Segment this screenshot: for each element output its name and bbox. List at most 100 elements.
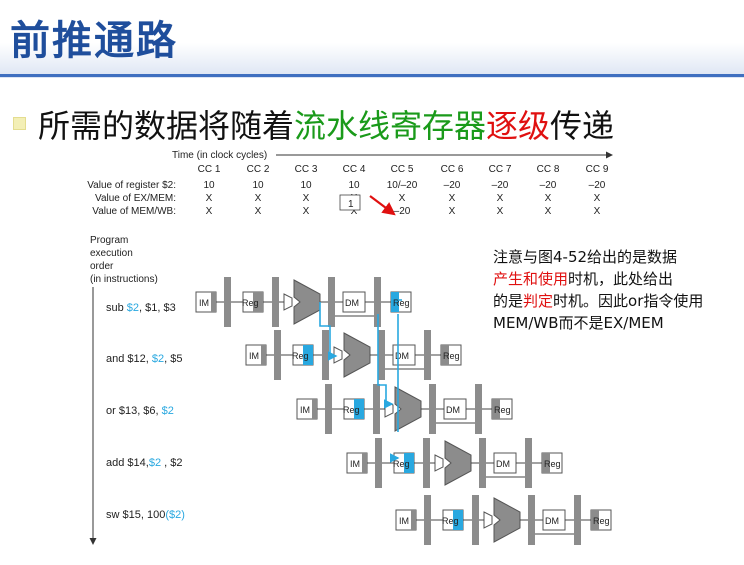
im-label: IM [300, 405, 310, 415]
reg-write-label: Reg [544, 459, 561, 469]
timing-cell: X [449, 193, 456, 204]
note-line3a: 的是 [493, 292, 524, 310]
pipeline-register-bar [328, 277, 335, 327]
timing-cell: X [399, 193, 406, 204]
cycle-header: CC 3 [295, 164, 318, 175]
timing-cell: X [594, 193, 601, 204]
timing-cell: X [255, 206, 262, 217]
timing-table: CC 1 CC 2 CC 3 CC 4 CC 5 CC 6 CC 7 CC 8 CC 9 Valu… [87, 164, 609, 217]
timing-cell: X [303, 193, 310, 204]
timing-cell: X [497, 193, 504, 204]
time-axis-label: Time (in clock cycles) [172, 150, 267, 161]
reg-label: Reg [292, 351, 309, 361]
cycle-header: CC 9 [586, 164, 609, 175]
pipeline-register-bar [479, 438, 486, 488]
note-line2: 时机，此处给出 [568, 270, 674, 288]
cycle-header: CC 2 [247, 164, 270, 175]
mux-shape [333, 346, 343, 364]
alu-shape [293, 279, 321, 325]
pipeline-register-bar [472, 495, 479, 545]
dm-label: DM [496, 459, 510, 469]
pipeline-register-bar [373, 384, 380, 434]
timing-cell: –20 [492, 180, 509, 191]
instruction-label: or $13, $6, $2 [106, 405, 174, 417]
timing-cell: X [545, 206, 552, 217]
cycle-header: CC 4 [343, 164, 366, 175]
program-order-line2: execution [90, 248, 133, 259]
instruction-text: sw $15, 100 [106, 509, 165, 521]
pipeline-register-bar [525, 438, 532, 488]
pipeline-register-bar [378, 330, 385, 380]
instruction-label: sub $2, $1, $3 [106, 302, 176, 314]
pipeline-register-bar [274, 330, 281, 380]
im-label: IM [350, 459, 360, 469]
cycle-header: CC 7 [489, 164, 512, 175]
instruction-label: and $12, $2, $5 [106, 353, 182, 365]
cycle-header: CC 5 [391, 164, 414, 175]
pipeline-register-bar [424, 495, 431, 545]
pipeline-register-bar [574, 495, 581, 545]
marker-label: 1 [348, 199, 354, 210]
alu-shape [343, 332, 371, 378]
timing-cell: –20 [589, 180, 606, 191]
instruction-register: ($2) [165, 509, 185, 521]
pipeline-register-bar [272, 277, 279, 327]
instruction-register: $2 [149, 457, 161, 469]
timing-cell: X [594, 206, 601, 217]
alu-shape [493, 497, 521, 543]
im-label: IM [199, 298, 209, 308]
mux-shape [283, 293, 293, 311]
timing-cell: X [497, 206, 504, 217]
mux-shape [483, 511, 493, 529]
timing-row-label: Value of EX/MEM: [95, 193, 176, 204]
pipeline-row: IM Reg DM Reg [296, 384, 513, 434]
timing-cell: 10 [252, 180, 264, 191]
timing-cell: 10 [300, 180, 312, 191]
pipeline-register-bar [325, 384, 332, 434]
program-order-label: Program execution order (in instructions… [90, 235, 158, 285]
dm-label: DM [545, 516, 559, 526]
im-shade [261, 345, 266, 365]
reg-write-label: Reg [443, 351, 460, 361]
instruction-text: add $14, [106, 457, 149, 469]
instruction-label: sw $15, 100($2) [106, 509, 185, 521]
pipeline-row: IM Reg DM Reg [346, 438, 563, 488]
timing-cell: 10 [203, 180, 215, 191]
instruction-register: $2 [127, 302, 139, 314]
program-order-line4: (in instructions) [90, 274, 158, 285]
im-label: IM [399, 516, 409, 526]
timing-cell: –20 [540, 180, 557, 191]
instruction-label: add $14,$2 , $2 [106, 457, 182, 469]
timing-cell: X [449, 206, 456, 217]
alu-shape [444, 440, 472, 486]
program-order-line3: order [90, 261, 114, 272]
pipeline-register-bar [528, 495, 535, 545]
note-red1: 产生和使用 [493, 270, 569, 288]
note-box: 注意与图4-52给出的是数据 产生和使用时机，此处给出 的是判定时机。因此or指令使… [493, 246, 733, 334]
reg-write-label: Reg [494, 405, 511, 415]
dm-label: DM [395, 351, 409, 361]
note-line1: 注意与图4-52给出的是数据 [493, 248, 678, 266]
reg-label: Reg [393, 459, 410, 469]
instruction-labels: sub $2, $1, $3 and $12, $2, $5 or $13, $6,… [106, 302, 185, 521]
pipeline-register-bar [424, 330, 431, 380]
im-shade [211, 292, 216, 312]
alu-shape [394, 386, 422, 432]
timing-cell: –20 [444, 180, 461, 191]
pipeline-row: IM Reg DM Reg [395, 495, 612, 545]
timing-cell: –20 [394, 206, 411, 217]
timing-row-label: Value of MEM/WB: [92, 206, 176, 217]
dm-label: DM [345, 298, 359, 308]
cycle-header: CC 1 [198, 164, 221, 175]
timing-cell: 10 [348, 180, 360, 191]
reg-write-label: Reg [593, 516, 610, 526]
program-order-line1: Program [90, 235, 128, 246]
instruction-text: or $13, $6, [106, 405, 162, 417]
mux-shape [434, 454, 444, 472]
reg-label: Reg [343, 405, 360, 415]
im-shade [312, 399, 317, 419]
instruction-text: and $12, [106, 353, 152, 365]
reg-label: Reg [442, 516, 459, 526]
instruction-register: $2 [152, 353, 164, 365]
timing-cell: X [206, 193, 213, 204]
